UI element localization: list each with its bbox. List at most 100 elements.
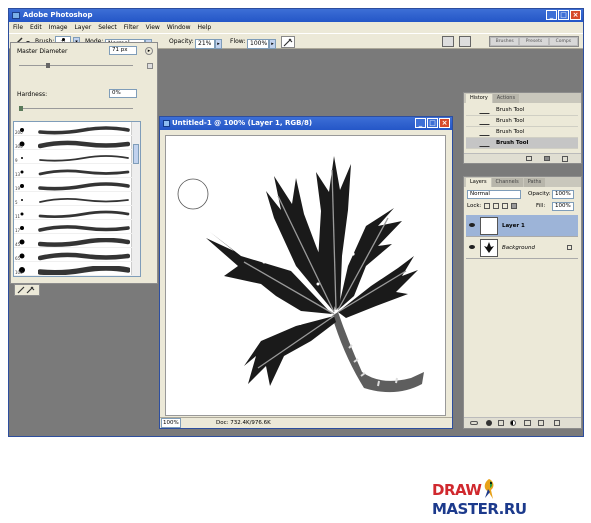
blend-mode-select[interactable]: Normal [467, 190, 521, 199]
brush-icon [479, 107, 495, 114]
brush-preset-row[interactable]: 300 [14, 138, 132, 150]
brush-icon [479, 118, 495, 125]
menu-window[interactable]: Window [167, 22, 191, 33]
new-group-icon[interactable] [524, 420, 531, 426]
brush-stroke-preview [38, 252, 130, 261]
menu-view[interactable]: View [146, 22, 160, 33]
lock-image-icon[interactable] [493, 203, 499, 209]
history-item[interactable]: Brush Tool [466, 127, 578, 138]
layer-opacity-field[interactable]: 100% [552, 190, 574, 199]
document-icon [163, 120, 170, 127]
history-item[interactable]: Brush Tool [466, 105, 578, 116]
maximize-button[interactable]: □ [558, 10, 569, 20]
leaf-stem [332, 312, 424, 393]
master-diameter-slider[interactable] [19, 65, 133, 66]
menu-layer[interactable]: Layer [74, 22, 91, 33]
lock-all-icon[interactable] [511, 203, 517, 209]
document-icon[interactable] [459, 36, 471, 47]
brush-size-label: 300 [15, 144, 23, 149]
brush-preset-row[interactable]: 5 [14, 194, 132, 206]
adjustment-layer-icon[interactable] [510, 420, 516, 426]
brush-tip-icon [20, 183, 24, 188]
brush-stroke-preview [39, 197, 129, 203]
save-preset-icon[interactable] [147, 63, 153, 69]
master-diameter-thumb[interactable] [45, 63, 50, 68]
layer-row-layer1[interactable]: Layer 1 [466, 215, 578, 237]
opacity-arrow-icon: ▸ [215, 38, 222, 49]
menu-filter[interactable]: Filter [124, 22, 139, 33]
palette-well: Brushes Presets Comps [489, 36, 579, 47]
tab-channels[interactable]: Channels [491, 178, 523, 187]
menu-select[interactable]: Select [98, 22, 117, 33]
brush-preset-row[interactable]: 65 [14, 250, 132, 262]
visibility-eye-icon[interactable] [469, 245, 475, 249]
brush-preset-row[interactable]: 17 [14, 222, 132, 234]
brush-picker-tab[interactable] [14, 284, 40, 296]
history-item-label: Brush Tool [496, 129, 525, 135]
close-button[interactable]: × [570, 10, 581, 20]
visibility-eye-icon[interactable] [469, 223, 475, 227]
brush-preset-row[interactable]: 19 [14, 180, 132, 192]
airbrush-icon[interactable] [281, 36, 295, 48]
layer-row-background[interactable]: Background [466, 237, 578, 259]
brush-preset-row[interactable]: 200 [14, 124, 132, 136]
layer-thumbnail [480, 217, 498, 235]
layer-mask-icon[interactable] [498, 420, 504, 426]
well-tab-comps[interactable]: Comps [549, 38, 577, 45]
new-document-icon[interactable] [526, 156, 532, 161]
brush-preset-row[interactable]: 11 [14, 208, 132, 220]
hardness-slider[interactable] [19, 108, 133, 109]
brush-tip-icon [20, 212, 24, 215]
tab-actions[interactable]: Actions [492, 94, 520, 103]
doc-close-button[interactable]: × [439, 118, 450, 128]
layer-name: Layer 1 [502, 223, 525, 229]
hardness-thumb[interactable] [19, 106, 23, 111]
link-layers-icon[interactable] [470, 421, 478, 425]
lock-position-icon[interactable] [502, 203, 508, 209]
new-layer-icon[interactable] [538, 420, 544, 426]
hardness-field[interactable]: 0% [109, 89, 137, 98]
menu-edit[interactable]: Edit [30, 22, 42, 33]
file-browser-icon[interactable] [442, 36, 454, 47]
tab-layers[interactable]: Layers [466, 178, 491, 187]
history-item[interactable]: Brush Tool [466, 116, 578, 127]
brush-list-scrollbar[interactable] [131, 122, 140, 276]
well-tab-brushes[interactable]: Brushes [491, 38, 519, 45]
brush-size-label: 45 [15, 242, 21, 247]
document-title-bar: Untitled-1 @ 100% (Layer 1, RGB/8) _ □ × [160, 117, 452, 130]
zoom-field[interactable]: 100% [161, 418, 181, 428]
panel-menu-arrow-icon[interactable]: ▸ [145, 47, 153, 55]
brush-preset-row[interactable]: 100 [14, 264, 132, 276]
menu-image[interactable]: Image [49, 22, 68, 33]
trash-icon[interactable] [562, 156, 568, 162]
menu-file[interactable]: File [13, 22, 23, 33]
layers-panel: Layers Channels Paths Normal Opacity: 10… [463, 176, 582, 429]
tab-history[interactable]: History [466, 94, 492, 103]
well-tab-presets[interactable]: Presets [520, 38, 548, 45]
brush-preset-row[interactable]: 13 [14, 166, 132, 178]
master-diameter-field[interactable]: 71 px [109, 46, 137, 55]
brush-icon [479, 140, 495, 147]
canvas[interactable] [165, 135, 446, 416]
flow-field[interactable]: 100% ▸ [247, 37, 276, 51]
brush-tip-icon [19, 253, 25, 258]
opacity-field[interactable]: 21% ▸ [195, 37, 222, 51]
minimize-button[interactable]: _ [546, 10, 557, 20]
app-title: Adobe Photoshop [23, 11, 93, 19]
doc-maximize-button[interactable]: □ [427, 118, 438, 128]
brush-stroke-preview [38, 169, 130, 176]
history-tabs: History Actions [464, 93, 581, 103]
brush-list-scroll-thumb[interactable] [133, 144, 139, 164]
lock-transparency-icon[interactable] [484, 203, 490, 209]
history-item-selected[interactable]: Brush Tool [466, 138, 578, 149]
brush-preset-row[interactable]: 9 [14, 152, 132, 164]
snapshot-icon[interactable] [544, 156, 550, 161]
fill-field[interactable]: 100% [552, 202, 574, 211]
layer-name: Background [502, 245, 535, 251]
trash-icon[interactable] [554, 420, 560, 426]
doc-minimize-button[interactable]: _ [415, 118, 426, 128]
layer-style-icon[interactable] [486, 420, 492, 426]
tab-paths[interactable]: Paths [523, 178, 546, 187]
menu-help[interactable]: Help [198, 22, 212, 33]
brush-preset-row[interactable]: 45 [14, 236, 132, 248]
